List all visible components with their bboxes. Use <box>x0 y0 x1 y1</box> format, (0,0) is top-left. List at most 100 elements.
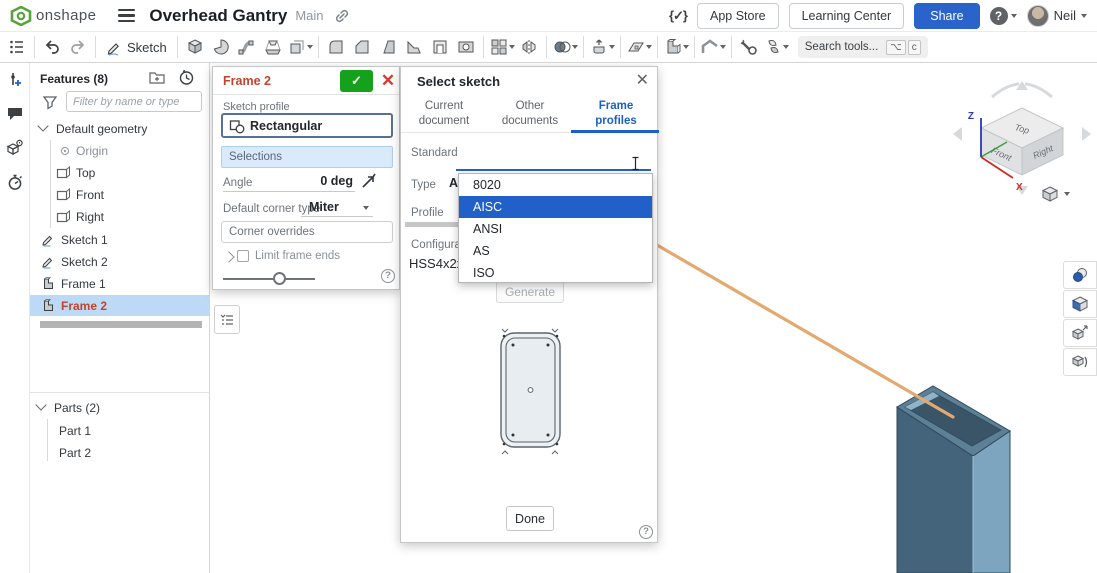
chevron-down-icon <box>783 45 789 49</box>
corner-overrides-box[interactable]: Corner overrides <box>221 221 393 243</box>
undo-button[interactable] <box>39 34 65 60</box>
loft-button[interactable] <box>260 34 286 60</box>
insert-variable-button[interactable] <box>0 63 30 97</box>
profile-preview <box>489 325 573 459</box>
frame-button[interactable] <box>662 34 690 60</box>
done-button[interactable]: Done <box>506 506 554 531</box>
comments-button[interactable] <box>0 97 30 131</box>
cancel-button[interactable]: ✕ <box>377 69 399 92</box>
filter-input[interactable] <box>66 91 202 112</box>
history-button[interactable] <box>178 69 195 89</box>
profile-select-box[interactable]: Rectangular <box>221 113 393 138</box>
appearance-panel-button[interactable] <box>1063 261 1097 289</box>
link-icon[interactable] <box>334 8 350 24</box>
view-options-button[interactable] <box>1040 183 1080 205</box>
tab-other-documents[interactable]: Other documents <box>487 94 573 132</box>
main-menu-button[interactable] <box>118 9 135 22</box>
feature-item-frame-1[interactable]: Frame 1 <box>30 273 210 294</box>
help-icon[interactable]: ? <box>381 269 395 283</box>
rib-button[interactable] <box>401 34 427 60</box>
enclose-button[interactable] <box>588 34 616 60</box>
part-item-2[interactable]: Part 2 <box>30 442 210 463</box>
sweep-button[interactable] <box>234 34 260 60</box>
angle-value[interactable]: 0 deg <box>273 174 353 188</box>
shell-button[interactable] <box>427 34 453 60</box>
field-underline <box>301 216 373 217</box>
dropdown-option-ansi[interactable]: ANSI <box>459 218 652 240</box>
custom-features-button[interactable] <box>762 34 790 60</box>
feature-list-flyout-button[interactable] <box>214 305 240 334</box>
sketch-icon <box>41 232 56 247</box>
chevron-down-icon[interactable] <box>363 206 369 210</box>
tab-frame-profiles[interactable]: Frame profiles <box>573 94 659 132</box>
corner-type-value[interactable]: Miter <box>309 200 339 214</box>
tab-current-document[interactable]: Current document <box>401 94 487 132</box>
draft-button[interactable] <box>375 34 401 60</box>
share-button[interactable]: Share <box>914 3 979 29</box>
named-views-button[interactable] <box>1063 348 1097 376</box>
configuration-value[interactable]: HSS4x2x <box>409 256 463 271</box>
limit-frame-ends-checkbox[interactable] <box>237 250 249 262</box>
mirror-button[interactable] <box>516 34 542 60</box>
section-view-button[interactable] <box>1063 290 1097 318</box>
thicken-button[interactable] <box>286 34 314 60</box>
learning-center-button[interactable]: Learning Center <box>789 3 905 29</box>
redo-button[interactable] <box>65 34 91 60</box>
chamfer-button[interactable] <box>349 34 375 60</box>
dropdown-option-iso[interactable]: ISO <box>459 262 652 284</box>
feature-item-right-plane[interactable]: Right <box>30 206 210 227</box>
fillet-button[interactable] <box>323 34 349 60</box>
hole-button[interactable] <box>453 34 479 60</box>
linear-pattern-button[interactable] <box>488 34 516 60</box>
feature-item-default-geometry[interactable]: Default geometry <box>30 118 210 139</box>
dropdown-option-8020[interactable]: 8020 <box>459 174 652 196</box>
performance-button[interactable] <box>0 165 30 199</box>
app-store-button[interactable]: App Store <box>697 3 779 29</box>
boolean-button[interactable] <box>551 34 579 60</box>
user-menu[interactable]: Neil <box>1027 5 1087 27</box>
profile-label: Profile <box>411 207 444 219</box>
exploded-view-button[interactable] <box>1063 319 1097 347</box>
standard-input-underline[interactable] <box>456 169 651 171</box>
chevron-down-icon <box>720 45 726 49</box>
search-tools-label: Search tools... <box>805 41 879 53</box>
close-button[interactable]: ✕ <box>636 70 649 90</box>
feature-item-top-plane[interactable]: Top <box>30 162 210 183</box>
feature-item-sketch-2[interactable]: Sketch 2 <box>30 251 210 272</box>
chevron-down-icon <box>1011 14 1017 18</box>
flip-direction-icon[interactable] <box>359 171 379 191</box>
rollback-bar[interactable] <box>40 321 202 328</box>
plane-button[interactable] <box>625 34 653 60</box>
versions-icon[interactable]: {✓} <box>669 8 687 24</box>
feature-item-origin[interactable]: Origin <box>30 140 210 161</box>
panel-toggle-button[interactable] <box>4 34 30 60</box>
help-icon[interactable]: ? <box>639 525 653 539</box>
feature-item-sketch-1[interactable]: Sketch 1 <box>30 229 210 250</box>
workspace-label[interactable]: Main <box>295 8 323 23</box>
sheet-metal-button[interactable] <box>699 34 727 60</box>
rollback-slider-handle[interactable] <box>273 272 286 285</box>
feature-item-front-plane[interactable]: Front <box>30 184 210 205</box>
part-item-1[interactable]: Part 1 <box>30 420 210 441</box>
generate-button[interactable]: Generate <box>496 281 564 303</box>
search-tools-button[interactable]: Search tools... ⌥ c <box>798 36 928 58</box>
model-info-button[interactable] <box>0 131 30 165</box>
dropdown-option-as[interactable]: AS <box>459 240 652 262</box>
feature-item-frame-2[interactable]: Frame 2 <box>30 295 210 316</box>
filter-icon[interactable] <box>42 94 58 110</box>
new-folder-button[interactable] <box>148 69 166 88</box>
sketch-button[interactable]: Sketch <box>100 34 173 60</box>
dropdown-option-aisc[interactable]: AISC <box>459 196 652 218</box>
confirm-button[interactable]: ✓ <box>340 70 373 92</box>
linear-pattern-icon <box>489 37 509 57</box>
chevron-right-icon[interactable] <box>223 251 234 262</box>
help-menu[interactable]: ? <box>990 7 1017 25</box>
featurescript-tools-button[interactable] <box>736 34 762 60</box>
parts-section-header[interactable]: Parts (2) <box>30 397 210 418</box>
thicken-icon <box>287 37 307 57</box>
revolve-button[interactable] <box>208 34 234 60</box>
extrude-button[interactable] <box>182 34 208 60</box>
selections-box[interactable]: Selections <box>221 146 393 168</box>
type-value[interactable]: A <box>449 176 458 190</box>
exploded-view-icon <box>1070 323 1090 343</box>
